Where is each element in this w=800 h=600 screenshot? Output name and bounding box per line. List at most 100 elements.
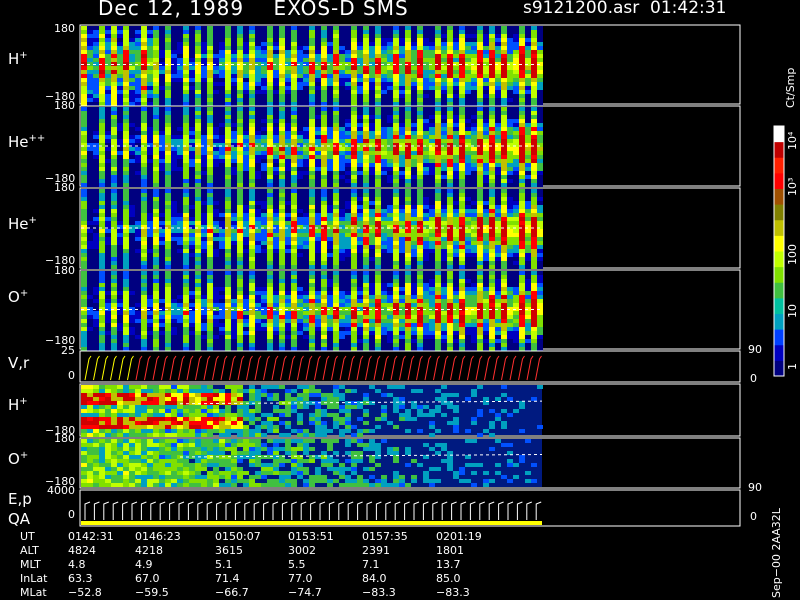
heatmap-cell: [441, 46, 447, 50]
heatmap-cell: [309, 179, 315, 183]
heatmap-cell: [303, 217, 309, 221]
heatmap-cell: [171, 201, 177, 205]
heatmap-cell: [525, 86, 531, 90]
heatmap-cell: [363, 119, 369, 123]
heatmap-cell: [111, 167, 117, 171]
heatmap-cell: [525, 209, 531, 213]
heatmap-cell: [123, 123, 129, 127]
heatmap-cell: [231, 217, 237, 221]
heatmap-cell: [483, 147, 489, 151]
heatmap-cell: [141, 30, 147, 34]
heatmap-cell: [207, 237, 213, 241]
heatmap-cell: [447, 265, 453, 269]
heatmap-cell: [297, 115, 303, 119]
heatmap-cell: [429, 183, 435, 187]
heatmap-cell: [153, 303, 159, 307]
heatmap-cell: [447, 209, 453, 213]
heatmap-cell: [423, 26, 429, 30]
heatmap-cell: [99, 66, 105, 70]
heatmap-cell: [249, 147, 255, 151]
heatmap-cell: [525, 135, 531, 139]
heatmap-cell: [441, 38, 447, 42]
heatmap-cell: [351, 179, 357, 183]
heatmap-cell: [183, 183, 189, 187]
heatmap-cell: [507, 119, 513, 123]
heatmap-cell: [201, 261, 207, 265]
heatmap-cell: [291, 257, 297, 261]
heatmap-cell: [201, 221, 207, 225]
heatmap-cell: [303, 131, 309, 135]
heatmap-cell: [381, 245, 387, 249]
heatmap-cell: [429, 229, 435, 233]
heatmap-cell: [195, 209, 201, 213]
heatmap-cell: [213, 217, 219, 221]
heatmap-cell: [363, 139, 369, 143]
heatmap-cell: [165, 26, 171, 30]
heatmap-cell: [453, 249, 459, 253]
heatmap-cell: [525, 147, 531, 151]
heatmap-cell: [477, 107, 483, 111]
heatmap-cell: [297, 261, 303, 265]
heatmap-cell: [417, 209, 423, 213]
heatmap-cell: [261, 107, 267, 111]
heatmap-cell: [201, 167, 207, 171]
heatmap-cell: [351, 70, 357, 74]
heatmap-cell: [453, 94, 459, 98]
heatmap-cell: [201, 78, 207, 82]
heatmap-cell: [165, 303, 171, 307]
heatmap-cell: [405, 265, 411, 269]
heatmap-cell: [435, 70, 441, 74]
heatmap-cell: [219, 107, 225, 111]
heatmap-cell: [483, 34, 489, 38]
heatmap-cell: [255, 70, 261, 74]
heatmap-cell: [375, 74, 381, 78]
heatmap-cell: [447, 147, 453, 151]
heatmap-cell: [159, 159, 165, 163]
heatmap-cell: [117, 82, 123, 86]
heatmap-cell: [315, 127, 321, 131]
heatmap-cell: [387, 249, 393, 253]
heatmap-cell: [345, 237, 351, 241]
heatmap-cell: [231, 201, 237, 205]
heatmap-cell: [315, 171, 321, 175]
heatmap-cell: [369, 86, 375, 90]
heatmap-cell: [273, 155, 279, 159]
heatmap-cell: [87, 42, 93, 46]
heatmap-cell: [465, 74, 471, 78]
heatmap-cell: [243, 46, 249, 50]
heatmap-cell: [327, 205, 333, 209]
heatmap-cell: [315, 82, 321, 86]
heatmap-cell: [381, 189, 387, 193]
heatmap-cell: [261, 70, 267, 74]
heatmap-cell: [147, 209, 153, 213]
heatmap-cell: [375, 86, 381, 90]
heatmap-cell: [381, 70, 387, 74]
heatmap-cell: [171, 241, 177, 245]
heatmap-cell: [273, 217, 279, 221]
heatmap-cell: [243, 70, 249, 74]
heatmap-cell: [87, 86, 93, 90]
heatmap-cell: [303, 135, 309, 139]
heatmap-cell: [375, 171, 381, 175]
heatmap-cell: [285, 54, 291, 58]
heatmap-cell: [159, 74, 165, 78]
heatmap-cell: [483, 119, 489, 123]
heatmap-cell: [297, 233, 303, 237]
heatmap-cell: [411, 82, 417, 86]
heatmap-cell: [159, 135, 165, 139]
heatmap-cell: [261, 123, 267, 127]
heatmap-cell: [393, 38, 399, 42]
heatmap-cell: [363, 34, 369, 38]
heatmap-cell: [303, 107, 309, 111]
heatmap-cell: [87, 311, 93, 315]
heatmap-cell: [381, 98, 387, 102]
heatmap-cell: [207, 249, 213, 253]
heatmap-cell: [303, 119, 309, 123]
heatmap-cell: [129, 102, 135, 106]
heatmap-cell: [237, 98, 243, 102]
heatmap-cell: [105, 257, 111, 261]
heatmap-cell: [519, 74, 525, 78]
heatmap-cell: [93, 347, 99, 351]
heatmap-cell: [183, 315, 189, 319]
heatmap-cell: [477, 261, 483, 265]
